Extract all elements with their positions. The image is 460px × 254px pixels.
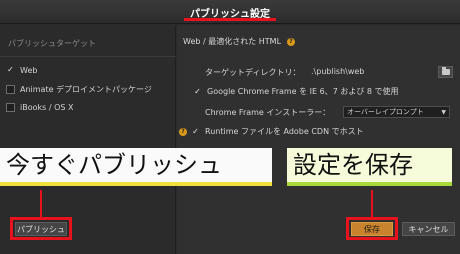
cancel-button[interactable]: キャンセル xyxy=(402,222,455,236)
target-label: Animate デプロイメントパッケージ xyxy=(20,84,152,94)
chrome-frame-ie-label: Google Chrome Frame を IE 6、7 および 8 で使用 xyxy=(207,87,399,96)
cdn-label: Runtime ファイルを Adobe CDN でホスト xyxy=(205,127,364,136)
annotation-save-settings: 設定を保存 xyxy=(287,148,452,186)
installer-selected-value: オーバーレイプロンプト xyxy=(347,108,424,116)
check-icon[interactable]: ✓ xyxy=(191,127,200,136)
title-red-underline xyxy=(184,18,276,21)
target-item-ibooks-osx[interactable]: iBooks / OS X xyxy=(6,99,73,115)
annotation-connector-right xyxy=(371,190,373,217)
check-icon[interactable]: ✓ xyxy=(193,87,202,96)
cdn-option[interactable]: ? ✓ Runtime ファイルを Adobe CDN でホスト xyxy=(179,126,364,137)
target-dir-label: ターゲットディレクトリ： xyxy=(205,68,301,77)
installer-select[interactable]: オーバーレイプロンプト ▼ xyxy=(343,106,450,118)
target-item-web[interactable]: ✓ Web xyxy=(6,62,37,78)
folder-icon xyxy=(441,67,450,75)
web-settings-panel: Web / 最適化された HTML ? ターゲットディレクトリ： .\publi… xyxy=(177,26,460,254)
dialog-titlebar: パブリッシュ設定 xyxy=(0,0,460,24)
annotation-connector-left xyxy=(40,190,42,217)
help-icon[interactable]: ? xyxy=(179,127,187,136)
chrome-frame-installer-label: Chrome Frame インストーラー： xyxy=(205,108,331,117)
help-icon[interactable]: ? xyxy=(287,37,296,46)
save-button[interactable]: 保存 xyxy=(351,222,393,236)
chevron-down-icon: ▼ xyxy=(441,109,446,116)
settings-title-text: Web / 最適化された HTML xyxy=(183,37,282,46)
publish-button[interactable]: パブリッシュ xyxy=(15,222,67,236)
checkbox[interactable] xyxy=(6,84,15,94)
target-dir-value: .\publish\web xyxy=(311,67,365,76)
target-item-animate-package[interactable]: Animate デプロイメントパッケージ xyxy=(6,81,152,97)
publish-settings-dialog: パブリッシュ設定 パブリッシュターゲット ✓ Web Animate デプロイメ… xyxy=(0,0,460,254)
browse-folder-button[interactable] xyxy=(438,66,453,78)
divider xyxy=(0,56,176,57)
target-label: Web xyxy=(20,65,38,75)
check-icon[interactable]: ✓ xyxy=(6,66,15,75)
publish-target-header: パブリッシュターゲット xyxy=(8,39,96,48)
checkbox[interactable] xyxy=(6,102,15,112)
annotation-publish-now: 今すぐパブリッシュ xyxy=(0,148,272,186)
target-label: iBooks / OS X xyxy=(20,102,74,112)
chrome-frame-ie-option[interactable]: ✓ Google Chrome Frame を IE 6、7 および 8 で使用 xyxy=(193,86,399,97)
settings-title: Web / 最適化された HTML ? xyxy=(183,36,296,47)
